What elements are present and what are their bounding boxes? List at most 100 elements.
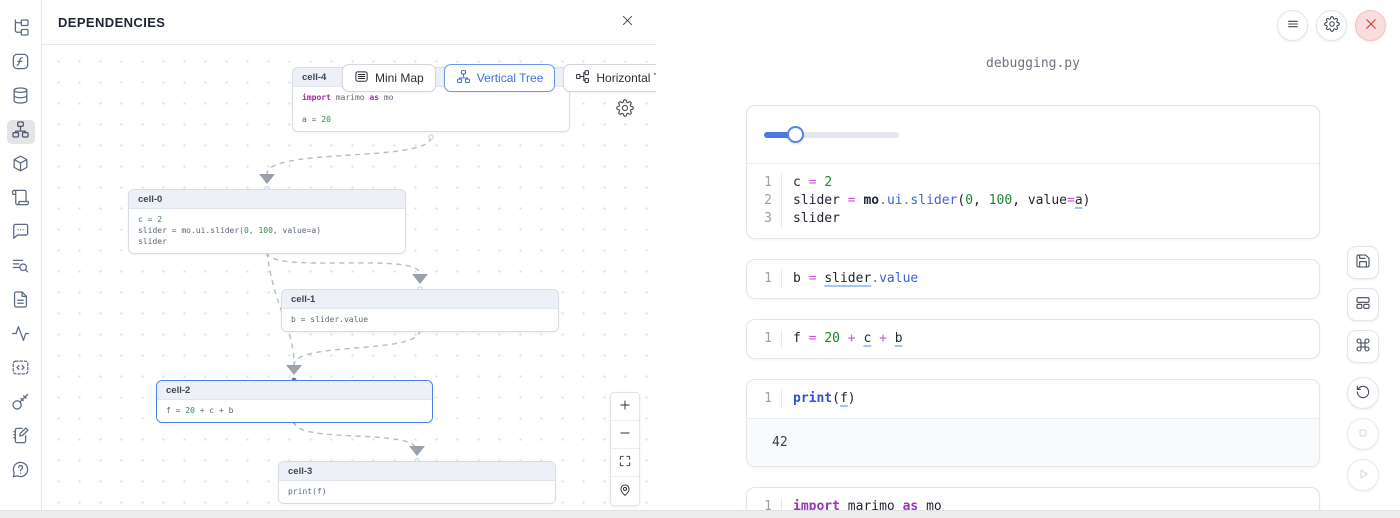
- sidebar-item-database[interactable]: [7, 86, 35, 110]
- graph-toolbar-label: Vertical Tree: [477, 71, 544, 85]
- sidebar-item-document[interactable]: [7, 290, 35, 314]
- cell-editor[interactable]: 1print(f): [747, 380, 1319, 418]
- line-number: 1: [747, 330, 781, 348]
- cell-output-text: 42: [747, 418, 1319, 466]
- activity-icon: [11, 324, 30, 348]
- sidebar-item-activity[interactable]: [7, 324, 35, 348]
- code-line[interactable]: slider = mo.ui.slider(0, 100, value=a): [781, 192, 1319, 210]
- graph-node-title: cell-2: [157, 381, 432, 400]
- minus-icon: [618, 426, 632, 443]
- graph-toolbar-button-minimap[interactable]: Mini Map: [342, 64, 436, 92]
- sidebar-item-dep-graph[interactable]: [7, 120, 35, 144]
- key-icon: [11, 392, 30, 416]
- graph-node-title: cell-3: [279, 462, 555, 481]
- hamburger-button[interactable]: [1277, 10, 1308, 41]
- cell-editor[interactable]: 1b = slider.value: [747, 260, 1319, 298]
- graph-node-title: cell-0: [129, 190, 405, 209]
- sidebar-item-help[interactable]: [7, 460, 35, 484]
- notebook-cell-cell-3[interactable]: 1print(f)42: [746, 379, 1320, 467]
- pin-icon: [618, 483, 632, 500]
- play-icon: [1355, 466, 1371, 485]
- graph-node-cell-2[interactable]: cell-2f = 20 + c + b: [156, 380, 433, 423]
- file-tree-icon: [11, 18, 30, 42]
- graph-toolbar-button-tree-horizontal[interactable]: Horizontal Tree: [563, 64, 656, 92]
- tree-vertical-icon: [456, 69, 471, 87]
- document-icon: [11, 290, 30, 314]
- bottom-scroll-strip[interactable]: [0, 510, 1400, 518]
- graph-node-title: cell-1: [282, 290, 558, 309]
- graph-zoom-controls: [610, 392, 640, 506]
- sidebar-item-scratchpad[interactable]: [7, 426, 35, 450]
- sidebar-item-chat[interactable]: [7, 222, 35, 246]
- panels-icon: [1355, 295, 1371, 314]
- hamburger-icon: [1285, 16, 1301, 35]
- sidebar-item-function[interactable]: [7, 52, 35, 76]
- command-button[interactable]: [1347, 330, 1379, 363]
- graph-node-cell-0[interactable]: cell-0c = 2slider = mo.ui.slider(0, 100,…: [128, 189, 406, 254]
- code-line[interactable]: print(f): [781, 390, 1319, 408]
- function-icon: [11, 52, 30, 76]
- fit-view-icon: [618, 454, 632, 471]
- stop-button[interactable]: [1347, 418, 1379, 450]
- shutdown-button[interactable]: [1355, 10, 1386, 41]
- gear-icon: [616, 105, 634, 120]
- code-line[interactable]: slider: [781, 210, 1319, 228]
- notebook-cell-cell-1[interactable]: 1b = slider.value: [746, 259, 1320, 299]
- graph-node-code: f = 20 + c + b: [157, 400, 432, 422]
- slider-widget[interactable]: [764, 126, 899, 143]
- command-icon: [1355, 337, 1371, 356]
- scratchpad-icon: [11, 426, 30, 450]
- fit-view-button[interactable]: [611, 449, 639, 477]
- code-line[interactable]: b = slider.value: [781, 270, 1319, 288]
- graph-toolbar-button-tree-vertical[interactable]: Vertical Tree: [444, 64, 556, 92]
- slider-thumb[interactable]: [787, 126, 804, 143]
- sidebar-item-file-tree[interactable]: [7, 18, 35, 42]
- database-icon: [11, 86, 30, 110]
- graph-settings-button[interactable]: [615, 99, 635, 119]
- cell-editor[interactable]: 1c = 22slider = mo.ui.slider(0, 100, val…: [747, 164, 1319, 238]
- line-number: 3: [747, 210, 781, 228]
- code-line[interactable]: f = 20 + c + b: [781, 330, 1319, 348]
- notebook-filename: debugging.py: [746, 56, 1320, 71]
- graph-node-code: import marimo as mo a = 20: [293, 87, 569, 131]
- notebook-cell-cell-2[interactable]: 1f = 20 + c + b: [746, 319, 1320, 359]
- line-number: 1: [747, 270, 781, 288]
- graph-toolbar-label: Horizontal Tree: [596, 71, 656, 85]
- sidebar-item-package[interactable]: [7, 154, 35, 178]
- undo-icon: [1355, 384, 1371, 403]
- graph-node-cell-3[interactable]: cell-3print(f): [278, 461, 556, 504]
- dependencies-panel-header: DEPENDENCIES: [42, 0, 656, 45]
- sidebar-item-key[interactable]: [7, 392, 35, 416]
- panels-button[interactable]: [1347, 288, 1379, 321]
- save-icon: [1355, 253, 1371, 272]
- cell-editor[interactable]: 1f = 20 + c + b: [747, 320, 1319, 358]
- dependency-graph-canvas[interactable]: Mini Map Vertical Tree Horizontal Tree cel…: [42, 45, 656, 510]
- play-button[interactable]: [1347, 459, 1379, 491]
- close-panel-button[interactable]: [616, 11, 638, 33]
- pin-button[interactable]: [611, 477, 639, 505]
- notebook-cells: 1 c = 22slider = mo.ui.slider(0, 100, val…: [746, 105, 1320, 518]
- sidebar-item-logs-search[interactable]: [7, 256, 35, 280]
- save-button[interactable]: [1347, 246, 1379, 279]
- undo-button[interactable]: [1347, 377, 1379, 409]
- tree-horizontal-icon: [575, 69, 590, 87]
- zoom-in-button[interactable]: [611, 393, 639, 421]
- sidebar-item-scroll[interactable]: [7, 188, 35, 212]
- cell-output-widget: [747, 106, 1319, 164]
- code-line[interactable]: c = 2: [781, 174, 1319, 192]
- topbar-actions: [1277, 10, 1386, 41]
- zoom-out-button[interactable]: [611, 421, 639, 449]
- sidebar-item-snippets[interactable]: [7, 358, 35, 382]
- notebook-cell-cell-0[interactable]: 1c = 22slider = mo.ui.slider(0, 100, val…: [746, 105, 1320, 239]
- action-rail: [1347, 246, 1379, 491]
- line-number: 2: [747, 192, 781, 210]
- dependencies-panel: DEPENDENCIES Mini Map Vertical Tree Horizo…: [42, 0, 656, 510]
- logs-search-icon: [11, 256, 30, 280]
- graph-node-cell-1[interactable]: cell-1b = slider.value: [281, 289, 559, 332]
- line-number: 1: [747, 390, 781, 408]
- close-icon: [620, 13, 635, 31]
- gear-button[interactable]: [1316, 10, 1347, 41]
- plus-icon: [618, 398, 632, 415]
- graph-node-code: b = slider.value: [282, 309, 558, 331]
- close-x-icon: [1363, 16, 1379, 35]
